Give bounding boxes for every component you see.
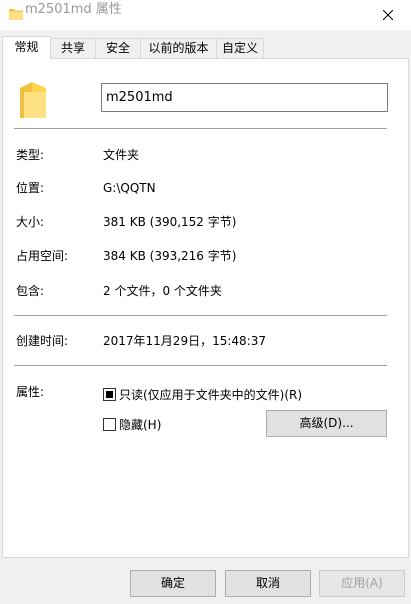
- separator: [14, 128, 387, 129]
- tab-sharing[interactable]: 共享: [50, 38, 96, 58]
- location-label: 位置:: [16, 181, 45, 195]
- folder-name-input[interactable]: [101, 83, 388, 112]
- type-value: 文件夹: [103, 148, 140, 162]
- tab-previous-versions[interactable]: 以前的版本: [140, 38, 217, 58]
- separator: [14, 365, 387, 366]
- readonly-checkbox[interactable]: [103, 388, 116, 401]
- type-label: 类型:: [16, 148, 45, 162]
- size-value: 381 KB (390,152 字节): [103, 215, 237, 229]
- hidden-checkbox-label[interactable]: 隐藏(H): [119, 417, 161, 433]
- attributes-label: 属性:: [16, 385, 45, 399]
- tab-security[interactable]: 安全: [95, 38, 141, 58]
- advanced-button[interactable]: 高级(D)...: [266, 410, 387, 437]
- general-panel: [2, 58, 409, 558]
- tab-customize[interactable]: 自定义: [216, 38, 264, 58]
- folder-icon: [20, 82, 46, 118]
- created-value: 2017年11月29日，15:48:37: [103, 334, 266, 348]
- created-label: 创建时间:: [16, 334, 69, 348]
- cancel-button[interactable]: 取消: [225, 570, 311, 597]
- contains-label: 包含:: [16, 284, 45, 298]
- contains-value: 2 个文件，0 个文件夹: [103, 284, 222, 298]
- separator: [14, 315, 387, 316]
- tab-strip: 常规 共享 安全 以前的版本 自定义: [0, 36, 411, 59]
- size-on-disk-label: 占用空间:: [16, 249, 69, 263]
- readonly-checkbox-label[interactable]: 只读(仅应用于文件夹中的文件)(R): [119, 387, 302, 403]
- title-bar: m2501md 属性: [0, 0, 411, 30]
- hidden-checkbox[interactable]: [103, 418, 116, 431]
- folder-icon: [9, 9, 23, 20]
- apply-button[interactable]: 应用(A): [319, 570, 405, 597]
- ok-button[interactable]: 确定: [130, 570, 216, 597]
- size-on-disk-value: 384 KB (393,216 字节): [103, 249, 237, 263]
- close-icon: [383, 10, 393, 20]
- window-title: m2501md 属性: [25, 2, 122, 17]
- size-label: 大小:: [16, 215, 45, 229]
- location-value: G:\QQTN: [103, 181, 156, 195]
- close-button[interactable]: [365, 0, 411, 30]
- tab-general[interactable]: 常规: [2, 36, 51, 59]
